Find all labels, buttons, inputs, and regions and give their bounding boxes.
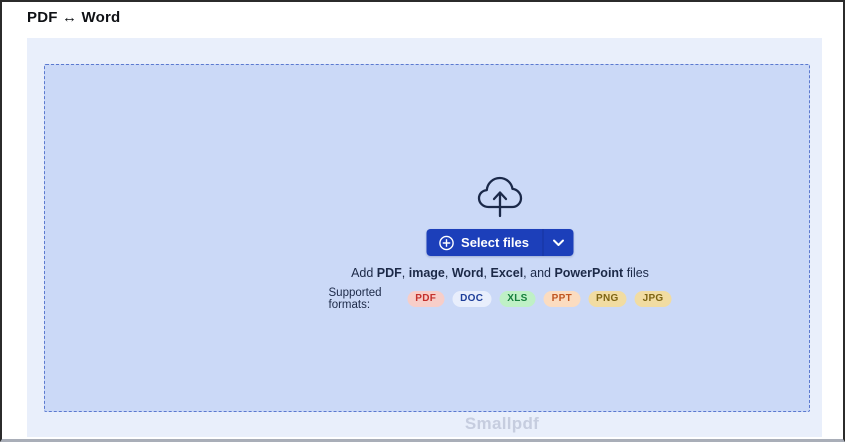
select-files-dropdown-button[interactable]	[543, 229, 574, 256]
add-files-hint: Add PDF, image, Word, Excel, and PowerPo…	[351, 266, 649, 280]
format-badge-png: PNG	[588, 291, 627, 307]
format-badge-ppt: PPT	[543, 291, 580, 307]
supported-formats-label: Supported formats:	[328, 287, 382, 311]
format-badge-doc: DOC	[452, 291, 492, 307]
dropzone-content: Select files Add PDF, image, Word, Excel…	[329, 172, 672, 311]
app-window: { "page": { "title": "PDF ↔ Word" }, "up…	[0, 0, 845, 442]
format-badge-xls: XLS	[499, 291, 536, 307]
select-files-button[interactable]: Select files	[426, 229, 543, 256]
smallpdf-watermark: Smallpdf	[464, 414, 540, 433]
page-title: PDF ↔ Word	[27, 9, 121, 26]
plus-circle-icon	[438, 235, 454, 251]
chevron-down-icon	[553, 239, 565, 247]
cloud-upload-icon	[474, 172, 526, 222]
select-files-split-button: Select files	[426, 229, 574, 256]
supported-formats-row: Supported formats: PDF DOC XLS PPT PNG J…	[329, 287, 672, 311]
format-badge-pdf: PDF	[407, 291, 445, 307]
format-badge-jpg: JPG	[634, 291, 672, 307]
select-files-label: Select files	[461, 235, 529, 250]
